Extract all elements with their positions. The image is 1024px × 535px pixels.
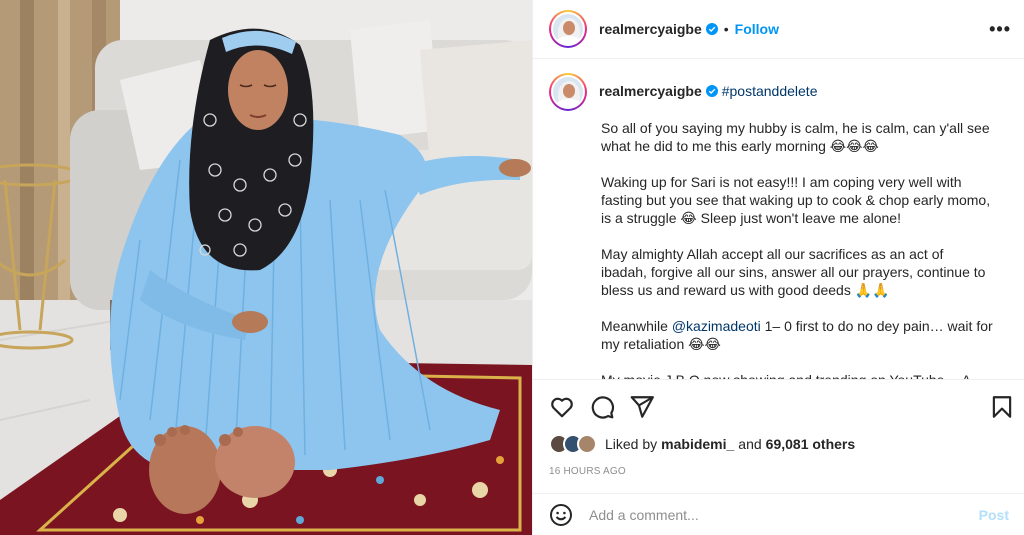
- caption-header: realmercyaigbe #postanddelete: [549, 73, 1009, 111]
- comment-bar: Post: [533, 493, 1024, 535]
- photo-illustration: [0, 0, 532, 535]
- caption-username[interactable]: realmercyaigbe: [599, 83, 702, 99]
- follow-button[interactable]: Follow: [735, 21, 779, 37]
- separator-dot: •: [723, 21, 729, 37]
- caption-paragraph: May almighty Allah accept all our sacrif…: [601, 246, 986, 298]
- action-icons: [549, 394, 655, 420]
- hashtag-link[interactable]: #postanddelete: [722, 83, 818, 99]
- profile-avatar[interactable]: [549, 10, 587, 48]
- caption-paragraph: My movie J.B.O now showing and trending …: [601, 371, 993, 379]
- liker-avatar: [577, 434, 597, 454]
- caption-paragraph: Meanwhile @kazimadeoti 1– 0 first to do …: [601, 317, 993, 353]
- more-options-button[interactable]: •••: [989, 20, 1011, 38]
- likes-summary: Liked by mabidemi_ and 69,081 others: [549, 434, 855, 454]
- avatar-image: [551, 12, 585, 46]
- verified-badge-icon: [705, 85, 718, 97]
- caption-paragraph: So all of you saying my hubby is calm, h…: [601, 120, 990, 154]
- header-username[interactable]: realmercyaigbe: [599, 21, 702, 37]
- post-timestamp[interactable]: 16 HOURS AGO: [549, 466, 626, 477]
- comment-icon[interactable]: [589, 394, 615, 420]
- verified-badge-icon: [705, 23, 718, 35]
- heart-icon[interactable]: [549, 394, 575, 420]
- mention-link[interactable]: @kazimadeoti: [672, 318, 761, 334]
- post-header: realmercyaigbe • Follow •••: [533, 0, 1024, 59]
- caption-body: So all of you saying my hubby is calm, h…: [601, 119, 993, 379]
- avatar-image: [551, 75, 585, 109]
- likes-count[interactable]: 69,081 others: [766, 436, 856, 452]
- paper-plane-icon[interactable]: [629, 394, 655, 420]
- caption-text-segment: Meanwhile: [601, 318, 672, 334]
- bookmark-icon[interactable]: [989, 394, 1015, 420]
- post-comment-button[interactable]: Post: [979, 507, 1009, 523]
- comment-input[interactable]: [589, 506, 979, 523]
- caption-avatar[interactable]: [549, 73, 587, 111]
- caption-paragraph: Waking up for Sari is not easy!!! I am c…: [601, 174, 991, 226]
- caption-section: realmercyaigbe #postanddelete So all of …: [533, 59, 1024, 379]
- actions-section: Liked by mabidemi_ and 69,081 others 16 …: [533, 379, 1024, 493]
- smiley-icon[interactable]: [549, 503, 573, 527]
- liked-by-label: Liked by: [605, 436, 658, 452]
- post-detail-panel: realmercyaigbe • Follow ••• realmercyaig…: [532, 0, 1024, 535]
- liker-avatars[interactable]: [549, 434, 597, 454]
- caption-title: realmercyaigbe #postanddelete: [599, 83, 818, 99]
- liker-username[interactable]: mabidemi_: [661, 436, 734, 452]
- and-label: and: [738, 436, 762, 452]
- post-photo[interactable]: [0, 0, 532, 535]
